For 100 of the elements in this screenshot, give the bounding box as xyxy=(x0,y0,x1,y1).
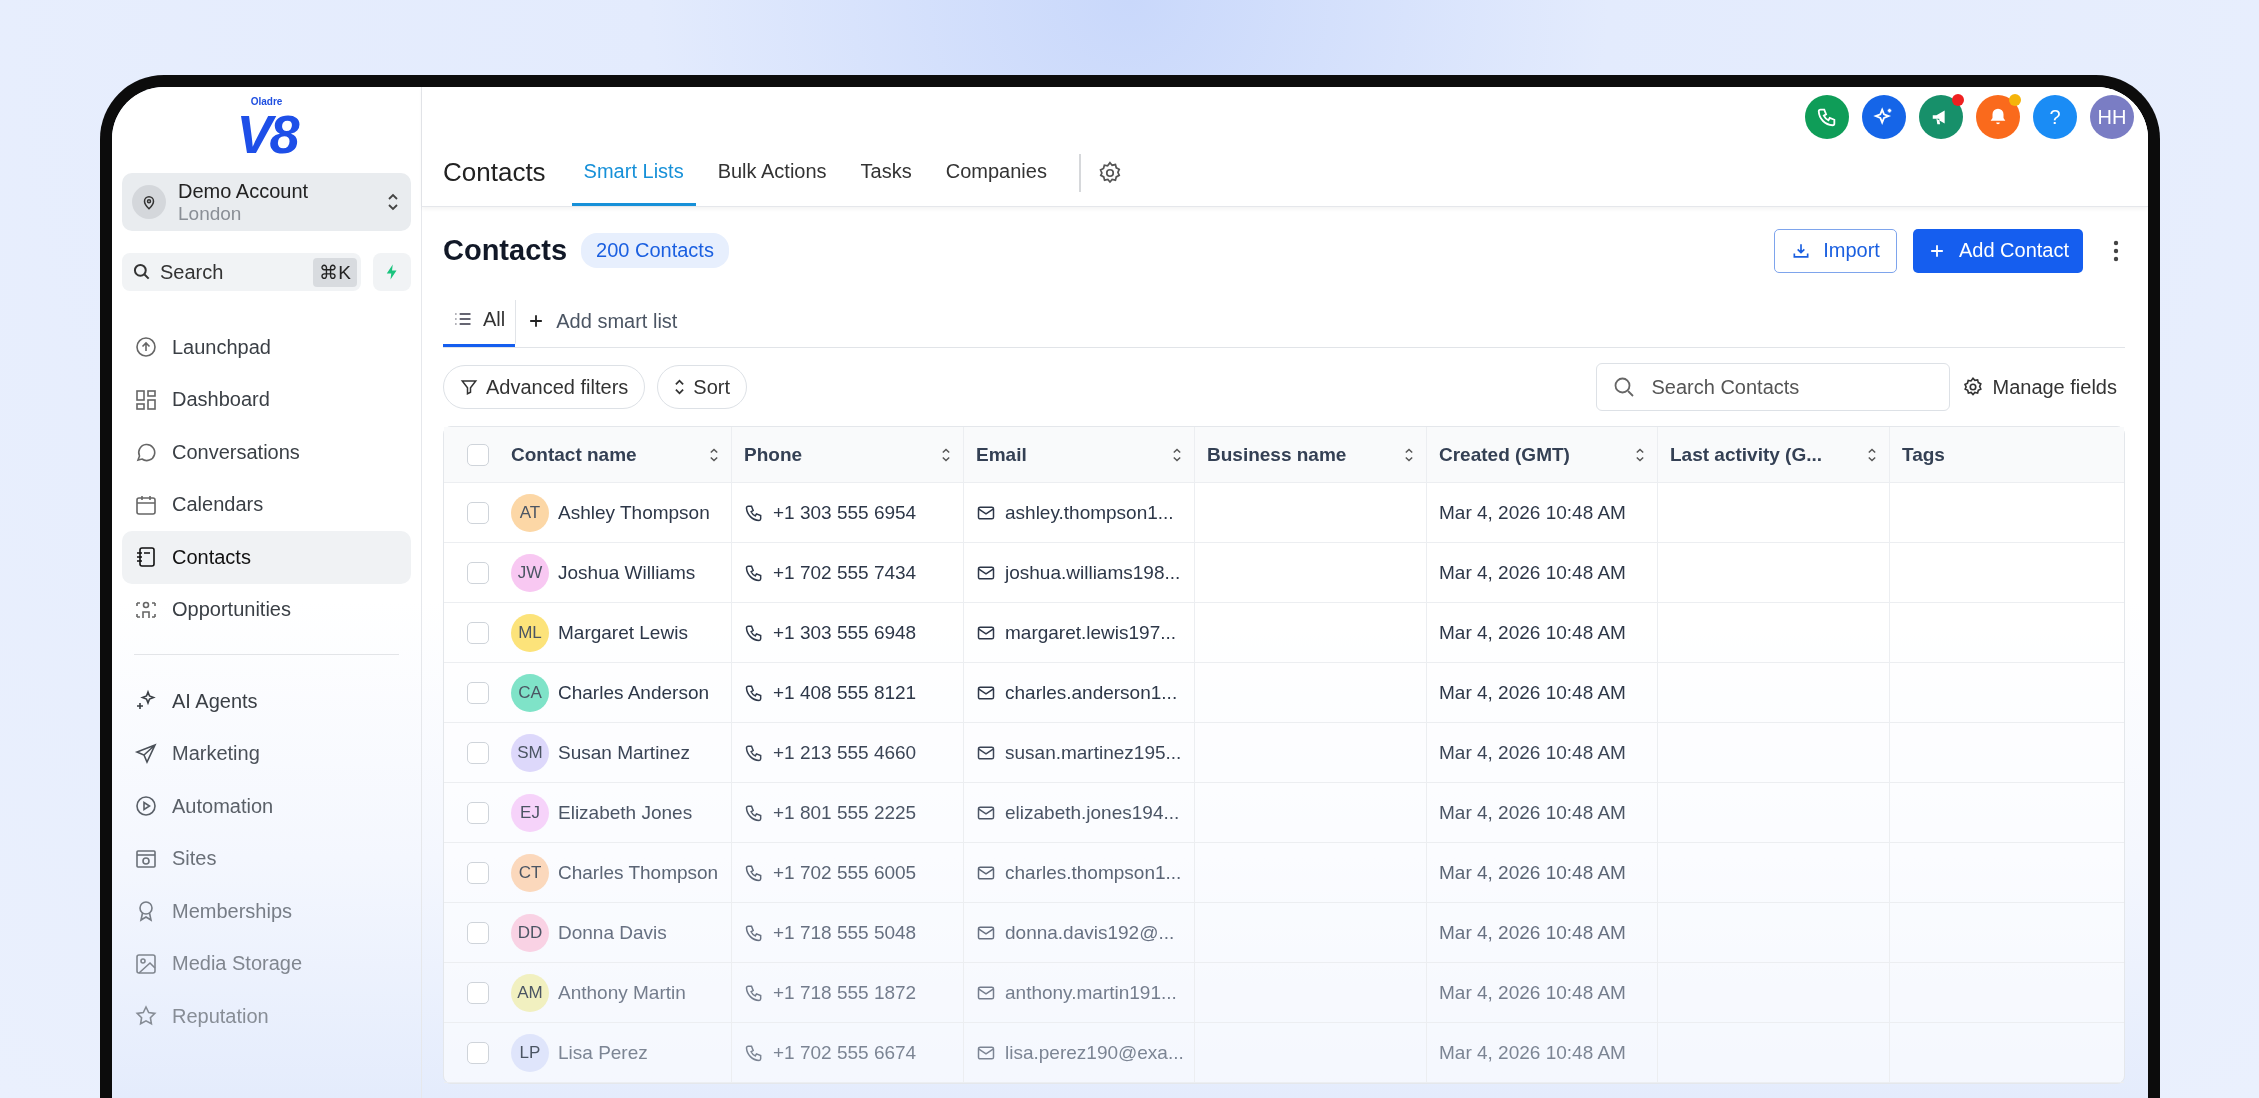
contact-name[interactable]: Lisa Perez xyxy=(558,1041,648,1064)
phone-number: +1 303 555 6948 xyxy=(773,621,917,644)
filter-button[interactable]: Advanced filters xyxy=(443,365,646,409)
avatar-initials: LP xyxy=(511,1033,549,1072)
nav-tab[interactable]: Bulk Actions xyxy=(705,139,839,206)
email-address: charles.thompson1... xyxy=(1005,861,1182,884)
sidebar-item[interactable]: Contacts xyxy=(122,531,411,584)
search-field[interactable]: Search Contacts xyxy=(1596,363,1951,411)
created-date: Mar 4, 2026 10:48 AM xyxy=(1439,921,1626,944)
contact-name[interactable]: Charles Anderson xyxy=(558,681,710,704)
sidebar-item[interactable]: Automation xyxy=(122,780,411,833)
sidebar-item[interactable]: Launchpad xyxy=(122,321,411,374)
email-address: susan.martinez195... xyxy=(1005,741,1182,764)
row-checkbox[interactable] xyxy=(466,621,489,644)
email-address: donna.davis192@... xyxy=(1005,921,1175,944)
search-field[interactable]: Search ⌘K xyxy=(122,253,361,291)
account-switcher[interactable]: Demo Account London xyxy=(122,173,411,231)
quick-action-button[interactable] xyxy=(373,253,411,291)
contact-name[interactable]: Joshua Williams xyxy=(558,561,696,584)
avatar-initials: AM xyxy=(511,973,549,1012)
phone-number: +1 303 555 6954 xyxy=(773,501,917,524)
phone-number: +1 702 555 6674 xyxy=(773,1041,917,1064)
sort-icon[interactable] xyxy=(941,446,951,463)
created-date: Mar 4, 2026 10:48 AM xyxy=(1439,861,1626,884)
email-address: elizabeth.jones194... xyxy=(1005,801,1180,824)
phone-number: +1 408 555 8121 xyxy=(773,681,917,704)
contact-name[interactable]: Susan Martinez xyxy=(558,741,690,764)
row-checkbox[interactable] xyxy=(466,681,489,704)
created-date: Mar 4, 2026 10:48 AM xyxy=(1439,501,1626,524)
search-icon xyxy=(132,262,152,282)
nav-icon xyxy=(134,335,158,360)
nav-icon xyxy=(134,951,158,976)
sort-icon[interactable] xyxy=(1635,446,1645,463)
email-address: charles.anderson1... xyxy=(1005,681,1178,704)
sort-icon[interactable] xyxy=(1172,446,1182,463)
phone-button[interactable] xyxy=(1805,95,1849,139)
phone-number: +1 702 555 6005 xyxy=(773,861,917,884)
sparkle-button[interactable] xyxy=(1862,95,1906,139)
bell-button[interactable] xyxy=(1976,95,2020,139)
sidebar-item[interactable]: Opportunities xyxy=(122,583,411,636)
logo-brand: Oladre xyxy=(250,97,283,107)
column-header[interactable]: Last activity (G... xyxy=(1657,427,1889,482)
nav-tab[interactable]: Companies xyxy=(933,139,1059,206)
sidebar-item[interactable]: Marketing xyxy=(122,727,411,780)
sort-button[interactable]: Sort xyxy=(657,365,747,409)
nav-tab[interactable]: Smart Lists xyxy=(571,139,696,206)
sidebar-item[interactable]: Calendars xyxy=(122,478,411,531)
megaphone-button[interactable] xyxy=(1919,95,1963,139)
add-contact-button[interactable]: Add Contact xyxy=(1912,228,2083,273)
email-address: anthony.martin191... xyxy=(1005,981,1177,1004)
list-tab[interactable]: Add smart list xyxy=(515,300,688,345)
created-date: Mar 4, 2026 10:48 AM xyxy=(1439,1041,1626,1064)
nav-icon xyxy=(134,741,158,766)
sort-icon[interactable] xyxy=(709,446,719,463)
nav-icon xyxy=(134,794,158,819)
column-header[interactable]: Phone xyxy=(731,427,963,482)
sidebar-item[interactable]: Conversations xyxy=(122,426,411,479)
created-date: Mar 4, 2026 10:48 AM xyxy=(1439,681,1626,704)
column-header[interactable]: Email xyxy=(963,427,1194,482)
contact-name[interactable]: Margaret Lewis xyxy=(558,621,688,644)
row-checkbox[interactable] xyxy=(466,801,489,824)
avatar-initials: DD xyxy=(511,913,549,952)
column-header[interactable]: Business name xyxy=(1194,427,1426,482)
row-checkbox[interactable] xyxy=(466,921,489,944)
sort-icon[interactable] xyxy=(1404,446,1414,463)
contact-name[interactable]: Charles Thompson xyxy=(558,861,719,884)
contact-name[interactable]: Donna Davis xyxy=(558,921,667,944)
column-header[interactable]: Tags xyxy=(1889,427,2126,482)
column-header[interactable]: Contact name xyxy=(511,427,731,482)
phone-icon xyxy=(1816,106,1838,128)
sidebar-item[interactable]: Dashboard xyxy=(122,373,411,426)
contact-name[interactable]: Elizabeth Jones xyxy=(558,801,693,824)
logo-mark: V8 xyxy=(236,107,297,161)
list-tab[interactable]: All xyxy=(443,294,516,347)
phone-number: +1 702 555 7434 xyxy=(773,561,917,584)
row-checkbox[interactable] xyxy=(466,501,489,524)
row-checkbox[interactable] xyxy=(466,981,489,1004)
sidebar-item[interactable]: Sites xyxy=(122,832,411,885)
user-avatar[interactable]: HH xyxy=(2090,95,2134,139)
created-date: Mar 4, 2026 10:48 AM xyxy=(1439,561,1626,584)
contact-name[interactable]: Anthony Martin xyxy=(558,981,686,1004)
import-button[interactable]: Import xyxy=(1774,228,1897,273)
sidebar-item[interactable]: AI Agents xyxy=(122,675,411,728)
contact-name[interactable]: Ashley Thompson xyxy=(558,501,710,524)
avatar-initials: ML xyxy=(511,613,549,652)
gear-icon xyxy=(1962,376,1985,398)
created-date: Mar 4, 2026 10:48 AM xyxy=(1439,801,1626,824)
more-options-icon[interactable] xyxy=(2113,238,2119,263)
sidebar-item[interactable]: Memberships xyxy=(122,885,411,938)
phone-number: +1 213 555 4660 xyxy=(773,741,917,764)
nav-icon xyxy=(134,545,158,570)
row-checkbox[interactable] xyxy=(466,1041,489,1064)
nav-tab[interactable]: Tasks xyxy=(848,139,924,206)
row-checkbox[interactable] xyxy=(466,741,489,764)
select-all-checkbox[interactable] xyxy=(466,443,489,466)
row-checkbox[interactable] xyxy=(466,861,489,884)
column-header[interactable]: Created (GMT) xyxy=(1426,427,1657,482)
sort-icon[interactable] xyxy=(1867,446,1877,463)
row-checkbox[interactable] xyxy=(466,561,489,584)
manage-fields-button[interactable]: Manage fields xyxy=(1962,375,2125,399)
